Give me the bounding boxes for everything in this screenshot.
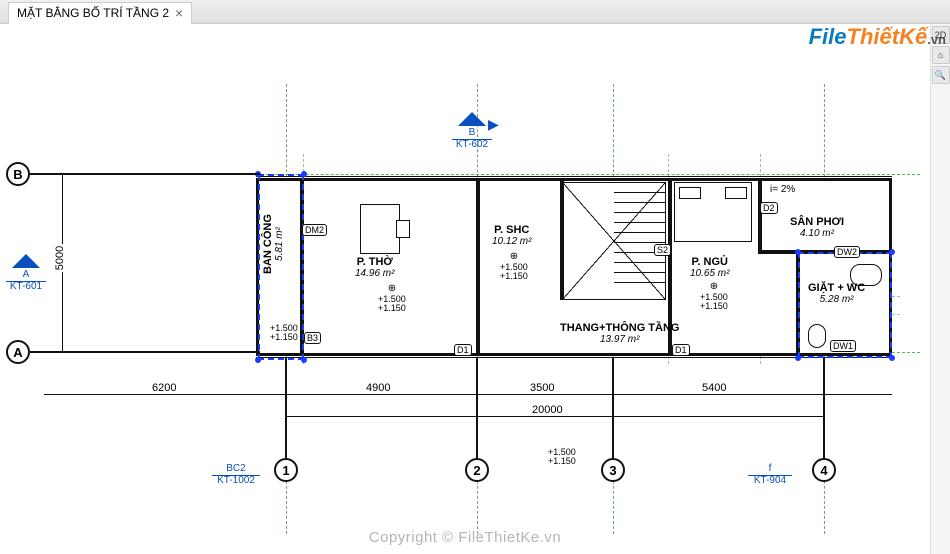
logo-part1: File bbox=[809, 24, 847, 50]
logo-suffix: .vn bbox=[927, 32, 946, 47]
dim-20000: 20000 bbox=[530, 404, 565, 416]
grid-bubble-2: 2 bbox=[465, 458, 489, 482]
stool bbox=[396, 220, 410, 238]
grid-stem-4 bbox=[823, 358, 825, 458]
grid-line-A bbox=[30, 351, 260, 353]
label-tho: P. THỜ 14.96 m² bbox=[355, 256, 394, 279]
floor-plan: BAN CÔNG 5.81 m² P. THỜ 14.96 m² P. SHC … bbox=[0, 24, 930, 554]
section-B: ▶ B KT-602 bbox=[452, 112, 492, 152]
callout-BC2: BC2 KT-1002 bbox=[212, 464, 252, 504]
label-thang: THANG+THÔNG TẦNG 13.97 m² bbox=[560, 322, 679, 345]
grid-line-B bbox=[30, 173, 260, 175]
slope-label: i= 2% bbox=[770, 184, 795, 195]
tag-d1a: D1 bbox=[454, 344, 472, 356]
grid-stem-3 bbox=[612, 358, 614, 458]
tag-dw2: DW2 bbox=[834, 246, 860, 258]
tag-s2: S2 bbox=[654, 244, 671, 256]
level-ngu: ⊕ +1.500 +1.150 bbox=[700, 282, 728, 311]
label-wc: GIẶT + WC 5.28 m² bbox=[808, 282, 865, 305]
callout-f: f KT-904 bbox=[748, 464, 788, 504]
dim-5000: 5000 bbox=[54, 244, 66, 272]
sel-handle[interactable] bbox=[889, 355, 895, 361]
tag-d2: D2 bbox=[760, 202, 778, 214]
label-sanphoi: SÂN PHƠI 4.10 m² bbox=[790, 216, 844, 239]
dim-chain-1 bbox=[44, 394, 892, 395]
logo-part2: ThiếtKế bbox=[847, 24, 928, 50]
grid-stem-1 bbox=[285, 358, 287, 458]
tag-b3: B3 bbox=[304, 332, 321, 344]
site-logo: File ThiếtKế .vn bbox=[809, 24, 946, 50]
label-bancong: BAN CÔNG 5.81 m² bbox=[262, 214, 285, 274]
grid-bubble-1: 1 bbox=[274, 458, 298, 482]
grid-bubble-3: 3 bbox=[601, 458, 625, 482]
grid-bubble-A: A bbox=[6, 340, 30, 364]
stair bbox=[614, 182, 666, 300]
altar-cabinet bbox=[360, 204, 400, 254]
app-header: MẶT BẰNG BỐ TRÍ TẦNG 2 × bbox=[0, 0, 950, 24]
zoom-button[interactable]: 🔍 bbox=[932, 66, 950, 84]
dim-5400: 5400 bbox=[700, 382, 728, 394]
sel-handle[interactable] bbox=[889, 249, 895, 255]
level-shc: ⊕ +1.500 +1.150 bbox=[500, 252, 528, 281]
tag-dw1: DW1 bbox=[830, 340, 856, 352]
close-icon[interactable]: × bbox=[175, 5, 183, 21]
level-tho: ⊕ +1.500 +1.150 bbox=[378, 284, 406, 313]
dim-4900: 4900 bbox=[364, 382, 392, 394]
grid-stem-2 bbox=[476, 358, 478, 458]
grid-bubble-4: 4 bbox=[812, 458, 836, 482]
section-A: A KT-601 bbox=[6, 254, 46, 294]
drawing-tab[interactable]: MẶT BẰNG BỐ TRÍ TẦNG 2 × bbox=[8, 2, 192, 24]
grid-bubble-B: B bbox=[6, 162, 30, 186]
sel-handle[interactable] bbox=[795, 355, 801, 361]
level-bc: +1.500 +1.150 bbox=[270, 324, 298, 343]
tab-title: MẶT BẰNG BỐ TRÍ TẦNG 2 bbox=[17, 6, 169, 20]
sel-handle[interactable] bbox=[301, 171, 307, 177]
sel-handle[interactable] bbox=[301, 357, 307, 363]
label-shc: P. SHC 10.12 m² bbox=[492, 224, 531, 247]
dim-6200: 6200 bbox=[150, 382, 178, 394]
drawing-canvas[interactable]: BAN CÔNG 5.81 m² P. THỜ 14.96 m² P. SHC … bbox=[0, 24, 930, 554]
tag-dm2: DM2 bbox=[302, 224, 327, 236]
sel-handle[interactable] bbox=[795, 249, 801, 255]
dim-3500: 3500 bbox=[528, 382, 556, 394]
bed bbox=[674, 182, 752, 242]
label-ngu: P. NGỦ 10.65 m² bbox=[690, 256, 729, 279]
watermark: Copyright © FileThietKe.vn bbox=[369, 529, 561, 546]
sel-handle[interactable] bbox=[255, 357, 261, 363]
dim-total-line bbox=[286, 416, 824, 417]
wall-tho-shc bbox=[476, 180, 480, 354]
wall-ngu-san1 bbox=[758, 180, 762, 250]
level-ext: +1.500 +1.150 bbox=[548, 448, 576, 467]
tag-d1b: D1 bbox=[672, 344, 690, 356]
wall-top bbox=[256, 174, 892, 180]
toilet bbox=[808, 324, 826, 348]
right-toolbar: 2D ⌂ 🔍 bbox=[930, 24, 950, 554]
